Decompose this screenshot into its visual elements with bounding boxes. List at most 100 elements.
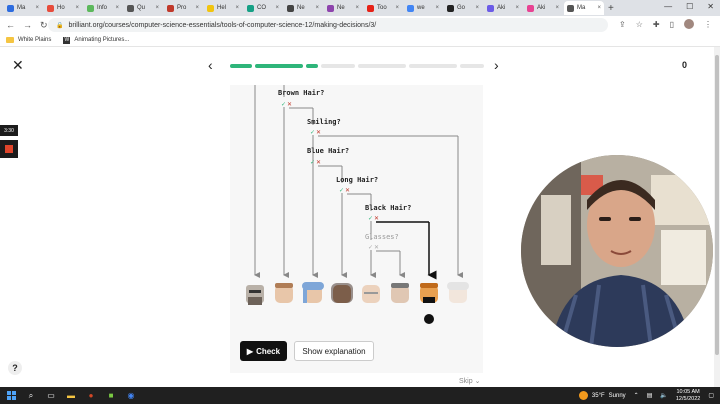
close-tab-icon[interactable]: × xyxy=(435,5,439,11)
skip-link[interactable]: Skip ⌄ xyxy=(459,377,480,385)
powerpoint-icon[interactable]: ● xyxy=(86,391,96,401)
close-tab-icon[interactable]: × xyxy=(275,5,279,11)
notification-icon[interactable]: ▢ xyxy=(708,392,714,399)
url-field[interactable]: 🔒 brilliant.org/courses/computer-science… xyxy=(48,18,608,32)
check-button[interactable]: ▶ Check xyxy=(240,341,287,361)
check-mark: ✓ xyxy=(281,101,286,108)
close-tab-icon[interactable]: × xyxy=(395,5,399,11)
volume-icon[interactable]: 🔈 xyxy=(660,392,667,399)
windows-taskbar: ⌕ ▭ ▬ ● ■ ◉ 35°F Sunny ⌃ ▤ 🔈 10:05 AM 12… xyxy=(0,387,720,404)
show-explanation-button[interactable]: Show explanation xyxy=(294,341,374,361)
progress-segment xyxy=(230,64,252,68)
profile-avatar[interactable] xyxy=(684,19,694,29)
tab-label: Aki xyxy=(497,5,506,11)
close-tab-icon[interactable]: × xyxy=(155,5,159,11)
close-tab-icon[interactable]: × xyxy=(35,5,39,11)
face-long-dark-hair[interactable] xyxy=(331,283,353,303)
score-counter: 0 xyxy=(682,60,688,70)
close-tab-icon[interactable]: × xyxy=(355,5,359,11)
maximize-icon[interactable]: ☐ xyxy=(686,2,693,11)
browser-tab[interactable]: Pro × xyxy=(164,1,202,15)
face-orange-selected[interactable] xyxy=(420,283,438,303)
favicon-icon xyxy=(127,4,134,12)
favicon-icon xyxy=(567,4,574,12)
sidebar-icon[interactable]: ▯ xyxy=(670,20,674,29)
browser-tab[interactable]: CO × xyxy=(244,1,282,15)
close-tab-icon[interactable]: × xyxy=(235,5,239,11)
tab-label: we xyxy=(417,5,425,11)
star-icon[interactable]: ☆ xyxy=(636,20,643,29)
new-tab-button[interactable]: + xyxy=(608,3,614,14)
close-tab-icon[interactable]: × xyxy=(195,5,199,11)
minimize-icon[interactable]: — xyxy=(664,2,672,11)
page-scrollbar[interactable] xyxy=(714,47,720,387)
browser-tab[interactable]: Ma × xyxy=(4,1,42,15)
browser-tab[interactable]: Aki × xyxy=(484,1,522,15)
reload-icon[interactable]: ↻ xyxy=(40,20,48,31)
close-lesson-icon[interactable]: ✕ xyxy=(12,57,24,74)
browser-tab[interactable]: Go × xyxy=(444,1,482,15)
favicon-icon xyxy=(527,4,534,12)
check-mark: ✓ xyxy=(368,244,373,251)
browser-tab[interactable]: Qu × xyxy=(124,1,162,15)
weather-widget[interactable]: 35°F Sunny xyxy=(578,391,626,400)
close-tab-icon[interactable]: × xyxy=(315,5,319,11)
share-icon[interactable]: ⇪ xyxy=(619,20,626,29)
close-tab-icon[interactable]: × xyxy=(597,5,601,11)
check-mark: ✓ xyxy=(339,187,344,194)
browser-tab[interactable]: Ne × xyxy=(284,1,322,15)
decision-tree: ✓ ✕ ✓ ✕ ✓ ✕ ✓ ✕ ✓ ✕ ✓ ✕ Brown Hair? Smil… xyxy=(246,85,469,324)
question-blue-hair: Blue Hair? xyxy=(307,147,349,155)
help-button[interactable]: ? xyxy=(8,361,22,375)
stop-recording-button[interactable] xyxy=(0,140,18,158)
close-window-icon[interactable]: ✕ xyxy=(707,2,714,11)
lesson-progress-bar xyxy=(230,64,484,68)
browser-tab[interactable]: Too × xyxy=(364,1,402,15)
browser-tab[interactable]: we × xyxy=(404,1,442,15)
forward-icon[interactable]: → xyxy=(23,20,32,30)
face-bald[interactable] xyxy=(362,285,380,303)
lock-icon: 🔒 xyxy=(56,22,64,29)
face-blue-hair[interactable] xyxy=(302,282,324,303)
close-tab-icon[interactable]: × xyxy=(115,5,119,11)
browser-tab[interactable]: Ho × xyxy=(44,1,82,15)
menu-icon[interactable]: ⋮ xyxy=(704,20,712,29)
windows-start-icon[interactable] xyxy=(6,390,16,401)
close-tab-icon[interactable]: × xyxy=(475,5,479,11)
close-tab-icon[interactable]: × xyxy=(75,5,79,11)
browser-tab[interactable]: Ma × xyxy=(564,1,604,15)
extensions-icon[interactable]: ✚ xyxy=(653,20,660,29)
close-tab-icon[interactable]: × xyxy=(515,5,519,11)
browser-tab[interactable]: Ne × xyxy=(324,1,362,15)
next-icon[interactable]: › xyxy=(494,57,499,73)
tab-label: Aki xyxy=(537,5,546,11)
browser-tab[interactable]: Aki × xyxy=(524,1,562,15)
tab-label: Go xyxy=(457,5,466,11)
bookmark-white-plains[interactable]: White Plains xyxy=(6,37,51,43)
search-icon[interactable]: ⌕ xyxy=(26,391,36,401)
previous-icon[interactable]: ‹ xyxy=(208,57,213,73)
network-icon[interactable]: ▤ xyxy=(647,392,653,399)
file-explorer-icon[interactable]: ▬ xyxy=(66,391,76,401)
system-clock[interactable]: 10:05 AM 12/5/2022 xyxy=(676,389,700,403)
face-bearded-glasses[interactable] xyxy=(246,285,264,305)
check-mark: ✓ xyxy=(310,159,315,166)
scrollbar-thumb[interactable] xyxy=(715,55,719,355)
close-tab-icon[interactable]: × xyxy=(555,5,559,11)
lesson-header: ✕ ‹ › 0 xyxy=(0,47,720,87)
app-icon[interactable]: ■ xyxy=(106,391,116,401)
chevron-up-icon[interactable]: ⌃ xyxy=(634,392,639,399)
browser-tab[interactable]: Info × xyxy=(84,1,122,15)
url-text: brilliant.org/courses/computer-science-e… xyxy=(68,21,377,29)
browser-tab[interactable]: Hel × xyxy=(204,1,242,15)
face-gray-hair[interactable] xyxy=(391,283,409,303)
favicon-icon xyxy=(7,4,14,12)
chrome-icon[interactable]: ◉ xyxy=(126,391,136,401)
task-view-icon[interactable]: ▭ xyxy=(46,391,56,401)
face-row xyxy=(246,282,469,305)
address-bar-row: ← → ↻ 🔒 brilliant.org/courses/computer-s… xyxy=(0,16,720,34)
bookmark-animating-pictures[interactable]: W Animating Pictures... xyxy=(63,36,129,44)
face-white-hair[interactable] xyxy=(447,282,469,303)
back-icon[interactable]: ← xyxy=(6,20,15,30)
face-brown-hair[interactable] xyxy=(275,283,293,303)
